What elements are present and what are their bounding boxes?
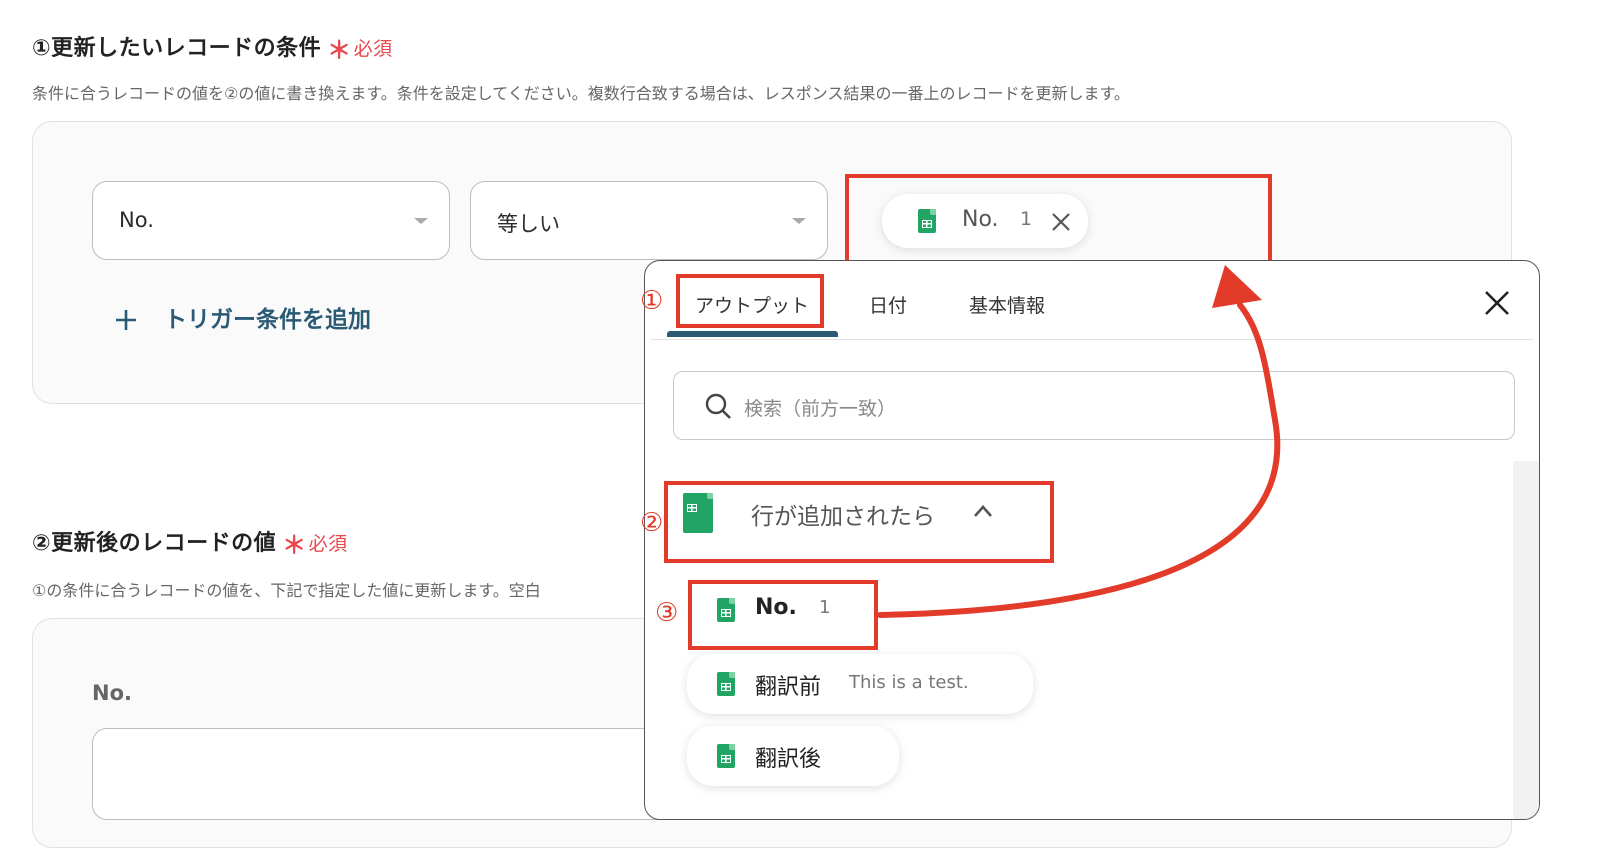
annotation-arrow (877, 265, 1281, 618)
